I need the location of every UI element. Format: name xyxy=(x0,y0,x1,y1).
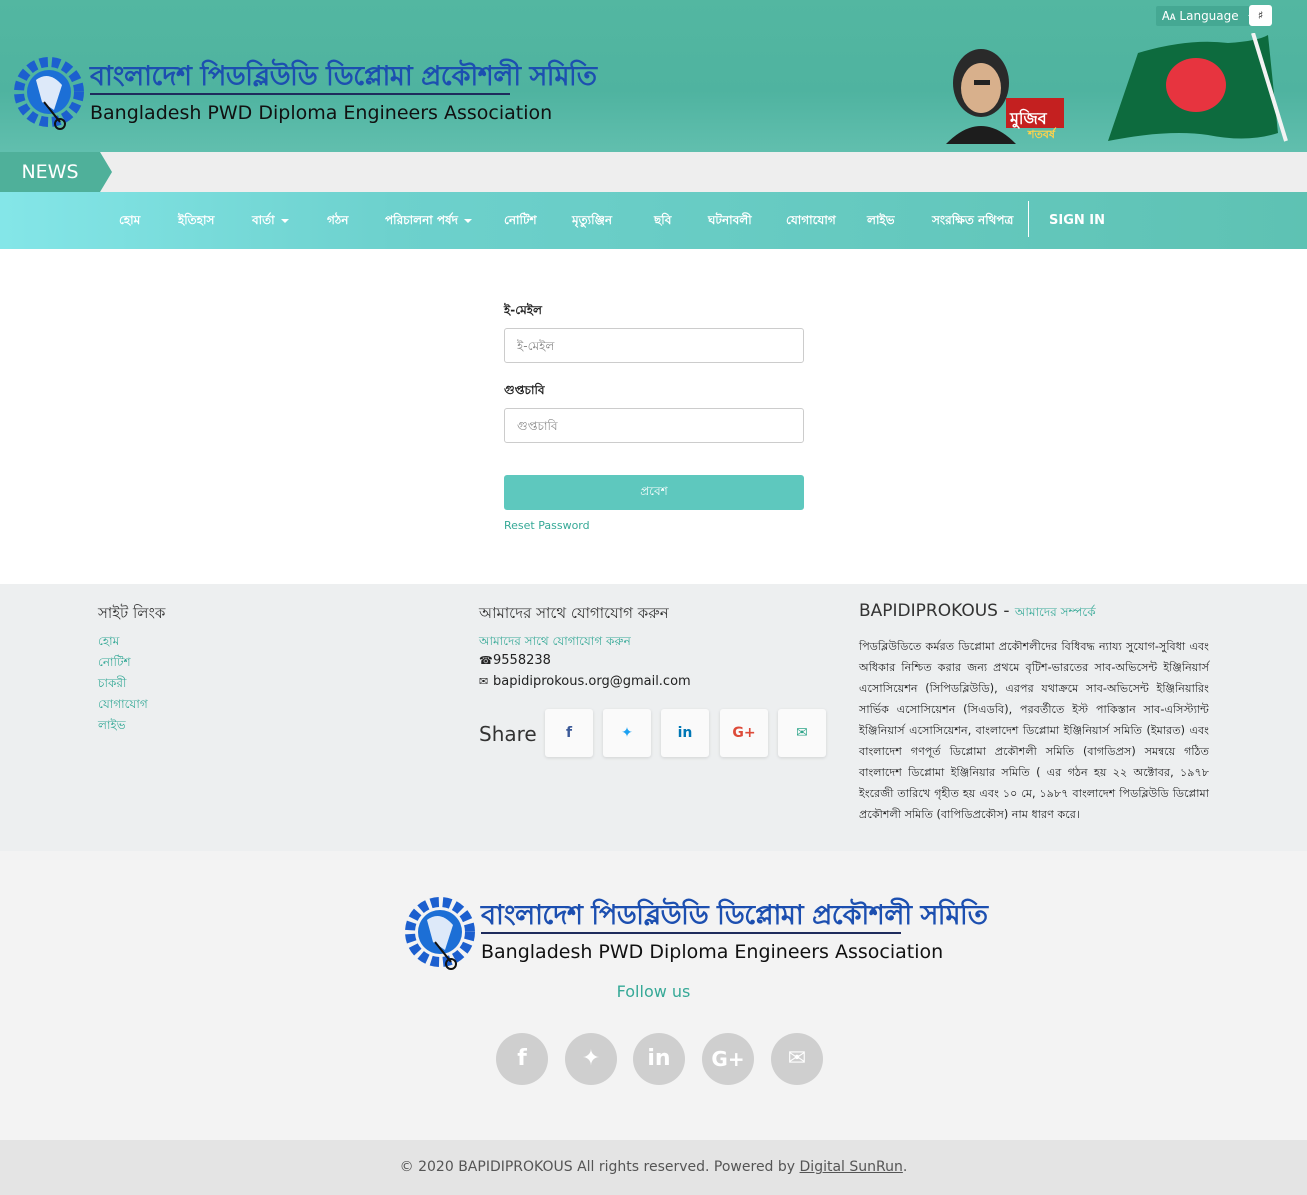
follow-us-label: Follow us xyxy=(616,982,691,1001)
reset-password-link[interactable]: Reset Password xyxy=(504,519,590,532)
nav-item-photos[interactable]: ছবি xyxy=(654,192,671,249)
twitter-icon: ✦ xyxy=(581,1046,601,1071)
phone-icon: ☎ xyxy=(479,654,493,667)
association-logo-icon xyxy=(405,897,475,970)
share-label: Share xyxy=(479,722,537,746)
bangladesh-flag-image xyxy=(1108,33,1288,142)
social-linkedin-button[interactable]: in xyxy=(633,1033,685,1085)
envelope-icon: ✉ xyxy=(479,675,489,688)
nav-label: বার্তা xyxy=(252,213,275,227)
language-label: Language xyxy=(1179,9,1239,23)
main-navigation: হোম ইতিহাস বার্তা গঠন পরিচালনা পর্ষদ নোট… xyxy=(0,192,1307,249)
share-facebook-button[interactable]: f xyxy=(545,709,593,757)
org-name-english: Bangladesh PWD Diploma Engineers Associa… xyxy=(90,102,553,124)
share-google-plus-button[interactable]: G+ xyxy=(720,709,768,757)
facebook-icon: f xyxy=(565,725,573,741)
linkedin-icon: in xyxy=(677,725,693,741)
phone-number: 9558238 xyxy=(493,653,551,668)
login-button[interactable]: প্রবেশ xyxy=(504,475,804,510)
copyright-suffix: . xyxy=(902,1159,908,1175)
footer-link-notice[interactable]: নোটিশ xyxy=(98,654,131,674)
about-description: পিডব্লিউডিতে কর্মরত ডিপ্লোমা প্রকৌশলীদের… xyxy=(859,640,1209,821)
site-links-title: সাইট লিংক xyxy=(98,604,166,622)
nav-item-obituary[interactable]: মৃত্যুঞ্জিন xyxy=(572,192,612,249)
google-plus-icon: G+ xyxy=(711,1047,745,1071)
share-email-button[interactable]: ✉ xyxy=(778,709,826,757)
translate-icon: 🗛 xyxy=(1162,9,1176,23)
speaker-button[interactable]: ♯ xyxy=(1249,5,1272,26)
speaker-icon: ♯ xyxy=(1257,9,1264,22)
nav-divider xyxy=(1028,201,1029,237)
about-title: BAPIDIPROKOUS - আমাদের সম্পর্কে xyxy=(859,601,1096,624)
password-label: গুপ্তচাবি xyxy=(504,383,545,397)
nav-item-archive[interactable]: সংরক্ষিত নথিপত্র xyxy=(932,192,1013,249)
nav-item-live[interactable]: লাইভ xyxy=(867,192,895,249)
nav-item-history[interactable]: ইতিহাস xyxy=(178,192,214,249)
nav-item-home[interactable]: হোম xyxy=(119,192,140,249)
phone-line: ☎9558238 xyxy=(479,653,551,668)
chevron-down-icon xyxy=(280,218,289,223)
nav-item-contact[interactable]: যোগাযোগ xyxy=(786,192,836,249)
logo-divider xyxy=(90,93,510,95)
twitter-icon: ✦ xyxy=(621,725,633,741)
envelope-icon: ✉ xyxy=(787,1046,807,1071)
footer-link-home[interactable]: হোম xyxy=(98,633,119,653)
facebook-icon: f xyxy=(517,1046,527,1071)
footer-link-jobs[interactable]: চাকরী xyxy=(98,675,126,695)
footer-org-name-english: Bangladesh PWD Diploma Engineers Associa… xyxy=(481,941,944,963)
nav-item-events[interactable]: ঘটনাবলী xyxy=(708,192,752,249)
association-logo-icon[interactable] xyxy=(14,40,84,142)
email-label: ই-মেইল xyxy=(504,303,542,317)
nav-item-structure[interactable]: গঠন xyxy=(327,192,348,249)
social-email-button[interactable]: ✉ xyxy=(771,1033,823,1085)
share-linkedin-button[interactable]: in xyxy=(661,709,709,757)
footer-link-live[interactable]: লাইভ xyxy=(98,717,126,737)
google-plus-icon: G+ xyxy=(732,725,756,741)
mujib-badge-year: শতবর্ষ xyxy=(1028,128,1055,141)
nav-label: পরিচালনা পর্ষদ xyxy=(385,213,458,227)
nav-item-board[interactable]: পরিচালনা পর্ষদ xyxy=(385,192,472,249)
contact-title: আমাদের সাথে যোগাযোগ করুন xyxy=(479,604,669,622)
linkedin-icon: in xyxy=(647,1046,671,1071)
contact-link[interactable]: আমাদের সাথে যোগাযোগ করুন xyxy=(479,633,631,653)
about-separator: - xyxy=(997,601,1015,621)
copyright-bar: © 2020 BAPIDIPROKOUS All rights reserved… xyxy=(0,1140,1307,1195)
chevron-down-icon xyxy=(463,218,472,223)
email-address: bapidiprokous.org@gmail.com xyxy=(493,674,691,689)
footer-logo-divider xyxy=(481,932,901,934)
envelope-icon: ✉ xyxy=(796,725,808,741)
news-ticker: NEWS xyxy=(0,152,1307,192)
social-twitter-button[interactable]: ✦ xyxy=(565,1033,617,1085)
share-twitter-button[interactable]: ✦ xyxy=(603,709,651,757)
password-field[interactable] xyxy=(504,408,804,443)
sign-in-link[interactable]: SIGN IN xyxy=(1049,192,1105,249)
news-label: NEWS xyxy=(0,152,100,192)
social-facebook-button[interactable]: f xyxy=(496,1033,548,1085)
about-link[interactable]: আমাদের সম্পর্কে xyxy=(1015,605,1096,619)
site-header: বাংলাদেশ পিডব্লিউডি ডিপ্লোমা প্রকৌশলী সম… xyxy=(0,0,1307,152)
news-arrow xyxy=(100,152,112,192)
email-line: ✉ bapidiprokous.org@gmail.com xyxy=(479,674,691,689)
developer-link[interactable]: Digital SunRun xyxy=(800,1159,903,1175)
nav-item-notice[interactable]: নোটিশ xyxy=(504,192,537,249)
language-dropdown[interactable]: 🗛 Language xyxy=(1156,6,1263,26)
social-google-plus-button[interactable]: G+ xyxy=(702,1033,754,1085)
about-org: BAPIDIPROKOUS xyxy=(859,601,998,621)
email-field[interactable] xyxy=(504,328,804,363)
copyright-text: © 2020 BAPIDIPROKOUS All rights reserved… xyxy=(399,1159,800,1175)
nav-item-messages[interactable]: বার্তা xyxy=(252,192,289,249)
footer-link-contact[interactable]: যোগাযোগ xyxy=(98,696,148,716)
